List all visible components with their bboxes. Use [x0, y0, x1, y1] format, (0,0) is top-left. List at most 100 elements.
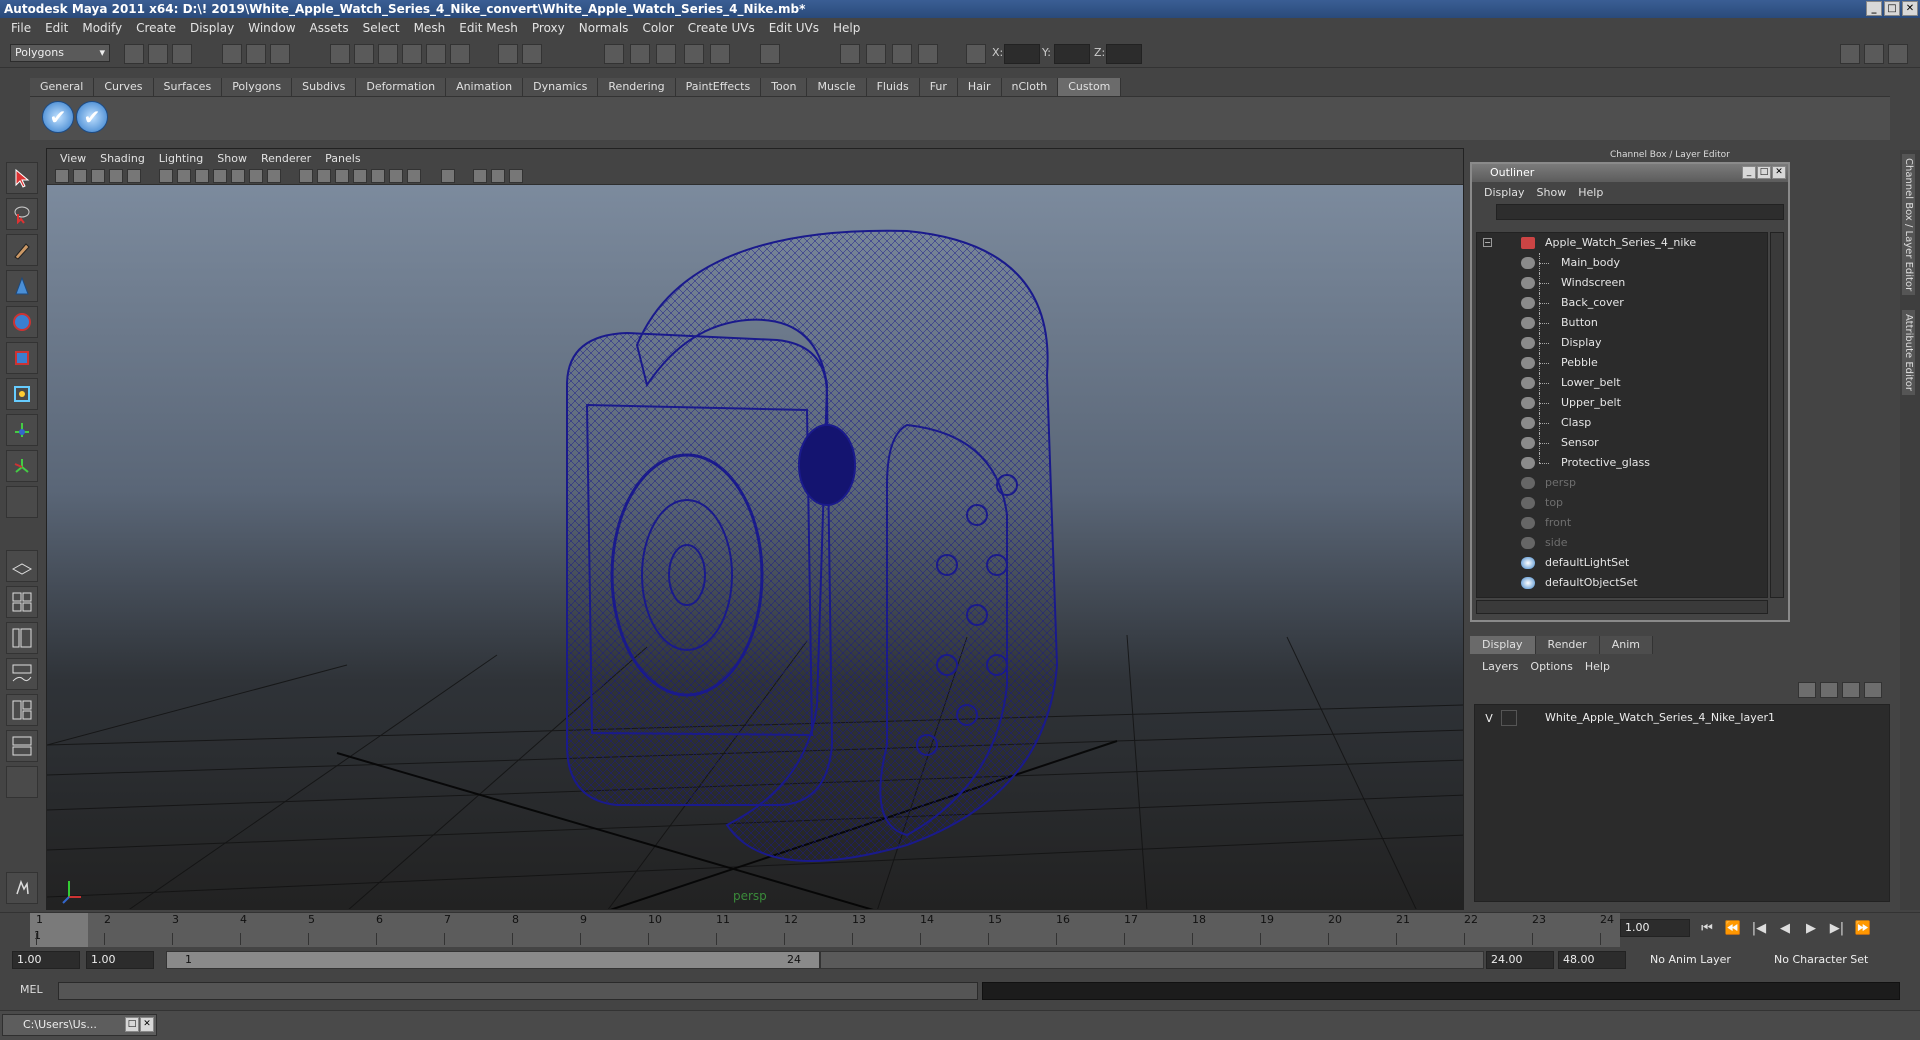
menu-modify[interactable]: Modify — [75, 21, 129, 35]
shelf-tab-general[interactable]: General — [30, 78, 95, 96]
select-component-icon[interactable] — [270, 44, 290, 64]
outliner-item[interactable]: Protective_glass — [1477, 453, 1767, 473]
command-input[interactable] — [58, 982, 978, 1000]
isolate-select-icon[interactable] — [473, 169, 487, 183]
outliner-horizontal-scrollbar[interactable] — [1476, 600, 1768, 614]
outliner-menu-help[interactable]: Help — [1572, 186, 1609, 199]
playback-end-field[interactable]: 24.00 — [1486, 951, 1554, 969]
menu-assets[interactable]: Assets — [303, 21, 356, 35]
wireframe-on-shaded-icon[interactable] — [335, 169, 349, 183]
hypershade-icon[interactable] — [684, 44, 704, 64]
tab-channel-box[interactable]: Channel Box / Layer Editor — [1902, 154, 1915, 296]
outliner-item[interactable]: Lower_belt — [1477, 373, 1767, 393]
playback-start-field[interactable]: 1.00 — [86, 951, 154, 969]
select-camera-icon[interactable] — [55, 169, 69, 183]
camera-attributes-icon[interactable] — [73, 169, 87, 183]
new-layer-selected-icon[interactable] — [1864, 682, 1882, 698]
menu-proxy[interactable]: Proxy — [525, 21, 572, 35]
menu-color[interactable]: Color — [635, 21, 680, 35]
close-button[interactable]: ✕ — [1902, 1, 1918, 16]
paint-icon[interactable] — [892, 44, 912, 64]
viewport-menu-renderer[interactable]: Renderer — [254, 152, 318, 165]
render-frame-icon[interactable] — [604, 44, 624, 64]
select-object-icon[interactable] — [246, 44, 266, 64]
menu-edit-mesh[interactable]: Edit Mesh — [452, 21, 525, 35]
step-back-key-icon[interactable]: ⏪ — [1722, 919, 1744, 939]
layer-menu-options[interactable]: Options — [1524, 660, 1578, 673]
render-settings-icon[interactable] — [656, 44, 676, 64]
shelf-tab-hair[interactable]: Hair — [957, 78, 1002, 96]
move-layer-down-icon[interactable] — [1820, 682, 1838, 698]
frame-selection-icon[interactable] — [509, 169, 523, 183]
last-tool-icon[interactable] — [6, 486, 38, 518]
outliner-item[interactable]: Sensor — [1477, 433, 1767, 453]
minimized-window[interactable]: C:\Users\Us... □ ✕ — [2, 1014, 157, 1036]
safe-action-icon[interactable] — [249, 169, 263, 183]
snap-curve-icon[interactable] — [354, 44, 374, 64]
menu-edit[interactable]: Edit — [38, 21, 75, 35]
layer-color-swatch[interactable] — [1521, 710, 1537, 726]
range-slider-bar[interactable]: 1 24 — [166, 951, 820, 969]
toggle-attribute-editor-icon[interactable] — [1840, 44, 1860, 64]
menu-mesh[interactable]: Mesh — [407, 21, 453, 35]
shelf-tab-toon[interactable]: Toon — [761, 78, 808, 96]
frame-all-icon[interactable] — [491, 169, 505, 183]
time-slider[interactable]: 1 1 2 3 4 5 6 7 8 9 10 11 12 13 14 15 16 17 18 19 20 21 22 23 2… — [0, 912, 1920, 947]
outliner-item[interactable]: Clasp — [1477, 413, 1767, 433]
input-line-icon[interactable] — [760, 44, 780, 64]
camera-icon[interactable] — [840, 44, 860, 64]
viewport-menu-lighting[interactable]: Lighting — [152, 152, 210, 165]
shadows-icon[interactable] — [389, 169, 403, 183]
soft-modification-tool-icon[interactable] — [6, 414, 38, 446]
mode-dropdown[interactable]: Polygons — [10, 44, 110, 62]
layer-visibility-toggle[interactable]: V — [1481, 710, 1497, 726]
outliner-menu-display[interactable]: Display — [1478, 186, 1531, 199]
ipr-render-icon[interactable] — [630, 44, 650, 64]
x-field[interactable] — [1004, 44, 1040, 64]
layer-menu-layers[interactable]: Layers — [1476, 660, 1524, 673]
tab-attribute-editor[interactable]: Attribute Editor — [1902, 310, 1915, 395]
shelf-tab-rendering[interactable]: Rendering — [598, 78, 676, 96]
menu-display[interactable]: Display — [183, 21, 241, 35]
outliner-item[interactable]: defaultObjectSet — [1477, 573, 1767, 593]
outliner-item[interactable]: defaultLightSet — [1477, 553, 1767, 573]
lasso-tool-icon[interactable] — [6, 198, 38, 230]
character-set-dropdown[interactable]: No Character Set — [1774, 951, 1868, 969]
shelf-tab-polygons[interactable]: Polygons — [222, 78, 293, 96]
viewport-menu-view[interactable]: View — [53, 152, 93, 165]
animation-end-field[interactable]: 48.00 — [1558, 951, 1626, 969]
bookmark-icon[interactable] — [91, 169, 105, 183]
current-frame-field[interactable]: 1.00 — [1620, 919, 1690, 937]
maximize-button[interactable]: □ — [1884, 1, 1900, 16]
shelf-tab-muscle[interactable]: Muscle — [807, 78, 867, 96]
shelf-tab-painteffects[interactable]: PaintEffects — [675, 78, 762, 96]
2d-pan-icon[interactable] — [127, 169, 141, 183]
graph-layout-icon[interactable] — [6, 730, 38, 762]
script-editor-icon[interactable] — [6, 872, 38, 904]
collapse-icon[interactable]: − — [1483, 238, 1492, 247]
shelf-tab-animation[interactable]: Animation — [446, 78, 524, 96]
rotate-tool-icon[interactable] — [6, 306, 38, 338]
move-layer-up-icon[interactable] — [1798, 682, 1816, 698]
viewport-menu-panels[interactable]: Panels — [318, 152, 367, 165]
snap-plane-icon[interactable] — [402, 44, 422, 64]
save-scene-icon[interactable] — [172, 44, 192, 64]
layer-row[interactable]: V White_Apple_Watch_Series_4_Nike_layer1 — [1475, 709, 1889, 727]
persp-outliner-layout-icon[interactable] — [6, 622, 38, 654]
shelf-tab-surfaces[interactable]: Surfaces — [153, 78, 223, 96]
menu-window[interactable]: Window — [241, 21, 302, 35]
menu-select[interactable]: Select — [356, 21, 407, 35]
go-to-start-icon[interactable]: ⏮ — [1696, 919, 1718, 939]
check-icon[interactable]: ✔ — [42, 101, 74, 133]
step-back-frame-icon[interactable]: |◀ — [1748, 919, 1770, 939]
four-view-layout-icon[interactable] — [6, 586, 38, 618]
outliner-maximize-button[interactable]: □ — [1757, 166, 1771, 179]
outliner-item[interactable]: Display — [1477, 333, 1767, 353]
scene-canvas[interactable] — [47, 185, 1464, 910]
single-perspective-layout-icon[interactable] — [6, 550, 38, 582]
check-icon[interactable]: ✔ — [76, 101, 108, 133]
outliner-item[interactable]: persp — [1477, 473, 1767, 493]
menu-help[interactable]: Help — [826, 21, 867, 35]
outliner-close-button[interactable]: ✕ — [1772, 166, 1786, 179]
restore-button[interactable]: □ — [125, 1017, 139, 1032]
